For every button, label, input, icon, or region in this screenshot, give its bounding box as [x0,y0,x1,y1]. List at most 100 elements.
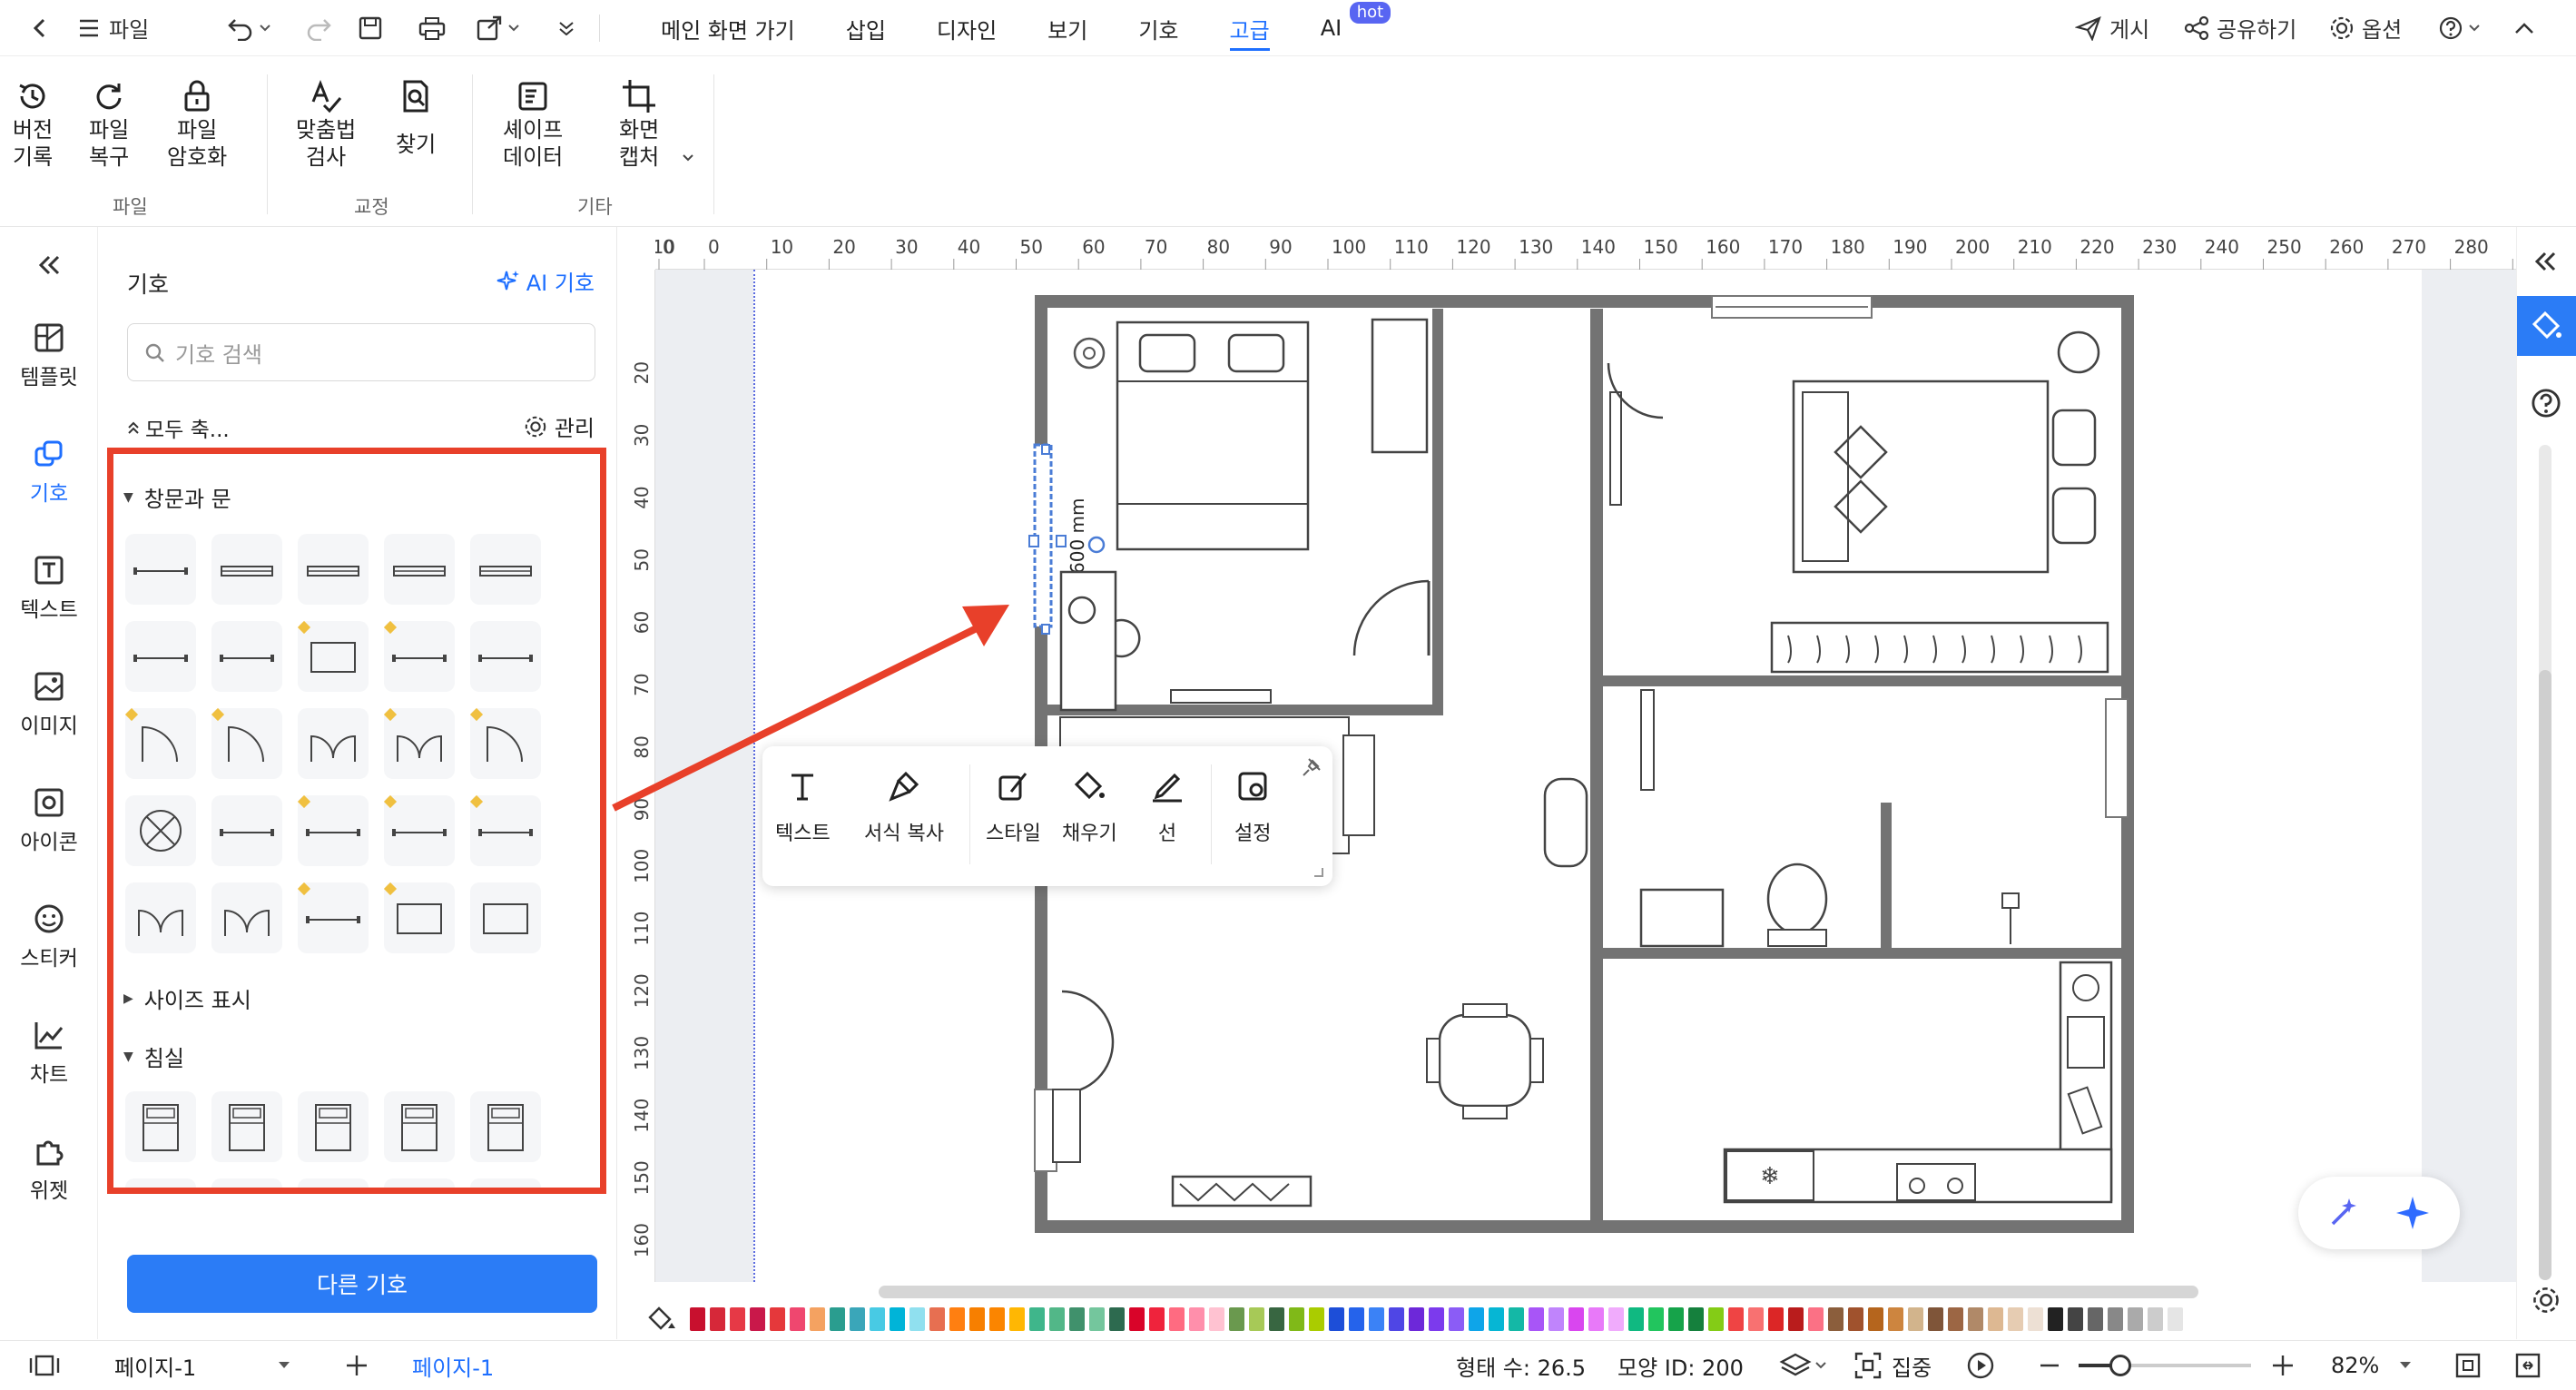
color-swatch[interactable] [830,1307,845,1331]
page-tab-active[interactable]: 페이지-1 [412,1341,494,1390]
selection-handle[interactable] [1041,444,1050,455]
focus-mode-button[interactable]: 집중 [1853,1341,1932,1390]
zoom-slider[interactable] [2079,1341,2251,1390]
color-swatch[interactable] [1768,1307,1784,1331]
color-swatch[interactable] [1429,1307,1444,1331]
color-swatch[interactable] [1648,1307,1664,1331]
color-swatch[interactable] [1688,1307,1704,1331]
color-swatch[interactable] [2128,1307,2143,1331]
zoom-select[interactable]: 82% [2331,1341,2412,1390]
color-swatch[interactable] [1449,1307,1464,1331]
pin-icon[interactable] [1302,757,1322,777]
color-swatch[interactable] [1549,1307,1564,1331]
float-style-button[interactable]: 스타일 [986,768,1041,846]
float-settings-button[interactable]: 설정 [1234,768,1271,846]
color-swatch[interactable] [1009,1307,1025,1331]
color-swatch[interactable] [1568,1307,1584,1331]
selection-handle[interactable] [1028,535,1039,547]
color-swatch[interactable] [1209,1307,1224,1331]
color-swatch[interactable] [1029,1307,1045,1331]
color-swatch[interactable] [1389,1307,1404,1331]
color-swatch[interactable] [929,1307,945,1331]
color-swatch[interactable] [1069,1307,1085,1331]
selection-handle[interactable] [1041,624,1050,635]
scrollbar-thumb[interactable] [2539,670,2551,1280]
expand-right-panel-button[interactable] [2532,251,2559,276]
zoom-thumb[interactable] [2109,1355,2131,1376]
color-swatch[interactable] [710,1307,725,1331]
color-swatch[interactable] [1289,1307,1304,1331]
color-swatch[interactable] [790,1307,805,1331]
color-swatch[interactable] [1149,1307,1165,1331]
color-swatch[interactable] [949,1307,965,1331]
color-swatch[interactable] [1109,1307,1125,1331]
color-swatch[interactable] [1948,1307,1963,1331]
color-swatch[interactable] [730,1307,745,1331]
color-swatch[interactable] [2168,1307,2183,1331]
color-swatch[interactable] [1529,1307,1544,1331]
color-swatch[interactable] [1229,1307,1244,1331]
float-line-button[interactable]: 선 [1149,768,1185,846]
layers-button[interactable] [1779,1341,1826,1390]
vertical-scrollbar[interactable] [2539,445,2551,1280]
color-swatch[interactable] [1708,1307,1724,1331]
color-swatch[interactable] [1509,1307,1524,1331]
color-swatch[interactable] [1788,1307,1804,1331]
play-button[interactable] [1966,1341,1995,1390]
float-text-button[interactable]: 텍스트 [775,768,831,846]
color-swatch[interactable] [989,1307,1005,1331]
color-swatch[interactable] [1968,1307,1983,1331]
color-swatch[interactable] [2088,1307,2103,1331]
color-swatch[interactable] [890,1307,905,1331]
color-swatch[interactable] [1988,1307,2003,1331]
zoom-out-button[interactable] [2039,1341,2060,1390]
color-swatch[interactable] [1588,1307,1604,1331]
float-fill-button[interactable]: 채우기 [1062,768,1117,846]
color-swatch[interactable] [1189,1307,1204,1331]
color-swatch[interactable] [1748,1307,1764,1331]
color-swatch[interactable] [810,1307,825,1331]
color-swatch[interactable] [1369,1307,1384,1331]
color-swatch[interactable] [2108,1307,2123,1331]
horizontal-scrollbar[interactable] [879,1286,2198,1298]
color-swatch[interactable] [1928,1307,1943,1331]
color-swatch[interactable] [1908,1307,1923,1331]
color-swatch[interactable] [1469,1307,1484,1331]
color-swatch[interactable] [1668,1307,1684,1331]
color-swatch[interactable] [2008,1307,2023,1331]
page-list-button[interactable] [29,1341,60,1390]
color-swatch[interactable] [2148,1307,2163,1331]
color-swatch[interactable] [1329,1307,1344,1331]
fill-color-icon[interactable] [648,1306,679,1332]
page-select[interactable]: 페이지-1 [114,1341,290,1390]
color-swatch[interactable] [1868,1307,1883,1331]
color-swatch[interactable] [1828,1307,1844,1331]
color-swatch[interactable] [1349,1307,1364,1331]
color-swatch[interactable] [1409,1307,1424,1331]
selection-handle[interactable] [1056,535,1067,547]
color-swatch[interactable] [1628,1307,1644,1331]
color-swatch[interactable] [870,1307,885,1331]
zoom-in-button[interactable] [2271,1341,2295,1390]
color-swatch[interactable] [1049,1307,1065,1331]
color-swatch[interactable] [969,1307,985,1331]
color-swatch[interactable] [750,1307,765,1331]
color-swatch[interactable] [1489,1307,1504,1331]
help-panel-button[interactable] [2530,387,2562,423]
color-swatch[interactable] [1848,1307,1863,1331]
color-swatch[interactable] [1249,1307,1264,1331]
color-swatch[interactable] [690,1307,705,1331]
style-panel-button[interactable] [2517,296,2576,356]
color-swatch[interactable] [2068,1307,2083,1331]
color-swatch[interactable] [1888,1307,1903,1331]
color-swatch[interactable] [909,1307,925,1331]
color-swatch[interactable] [2048,1307,2063,1331]
fit-page-button[interactable] [2454,1341,2482,1390]
ai-sparkle-icon[interactable] [2394,1193,2434,1233]
color-swatch[interactable] [1728,1307,1744,1331]
rotate-handle[interactable] [1087,536,1106,554]
color-swatch[interactable] [1089,1307,1105,1331]
color-swatch[interactable] [770,1307,785,1331]
canvas-settings-button[interactable] [2532,1286,2561,1318]
color-swatch[interactable] [850,1307,865,1331]
